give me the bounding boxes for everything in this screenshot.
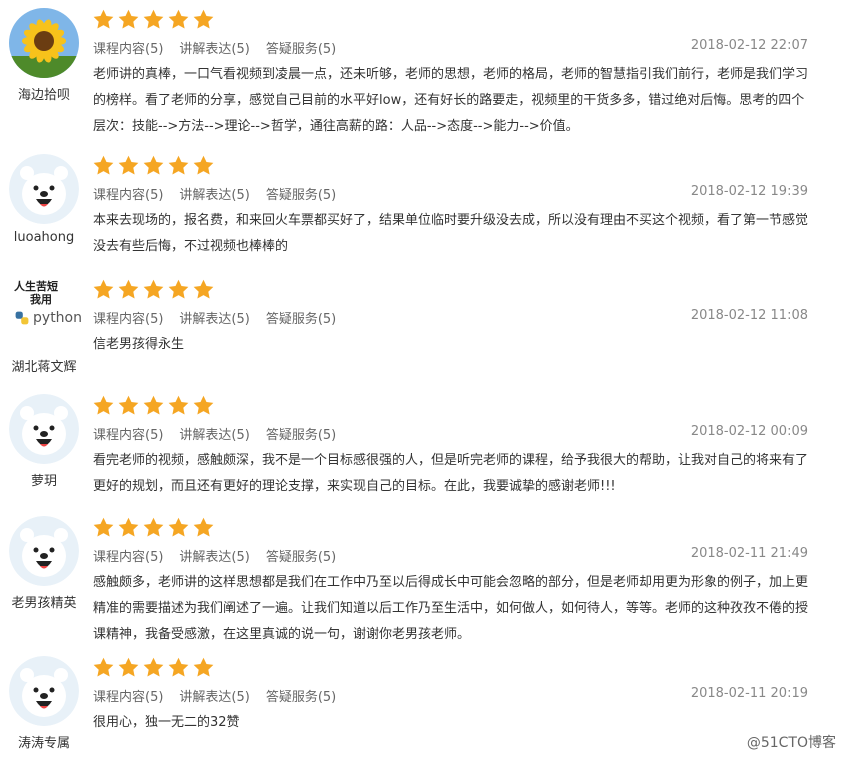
star-icon [143,517,164,537]
star-icon [118,517,139,537]
avatar[interactable]: 人生苦短 我用 python [6,274,82,350]
star-icon [93,155,114,175]
star-icon [143,657,164,677]
reviewer: luoahong [0,146,88,245]
rating-label: 讲解表达(5) [179,550,250,565]
rating-label: 答疑服务(5) [265,188,337,203]
reviewer: 人生苦短 我用 python 湖北蒋文辉 [0,270,88,375]
star-icon [193,279,214,299]
rating-label: 课程内容(5) [93,188,164,203]
star-icon [193,517,214,537]
star-icon [168,517,189,537]
username[interactable]: 涛涛专属 [0,732,88,751]
rating-label: 课程内容(5) [93,312,164,327]
star-icon [143,395,164,415]
review-date: 2018-02-12 22:07 [690,38,808,53]
review-content: 信老男孩得永生 [93,337,185,352]
star-icon [168,657,189,677]
rating-label: 讲解表达(5) [179,428,250,443]
review-content: 很用心，独一无二的32赞 [93,715,240,730]
star-icon [118,657,139,677]
star-icon [193,9,214,29]
star-icon [93,657,114,677]
star-icon [168,155,189,175]
star-icon [93,279,114,299]
python-logo-icon [15,311,29,325]
reviewer: 萝玥 [0,386,88,489]
review-date: 2018-02-11 20:19 [690,686,808,701]
star-icon [168,395,189,415]
rating-label: 答疑服务(5) [265,428,337,443]
reviewer: 老男孩精英 [0,508,88,611]
avatar[interactable] [9,154,79,224]
username[interactable]: 老男孩精英 [0,592,88,611]
reviewer: 海边拾呗 [0,0,88,103]
rating-label: 讲解表达(5) [179,42,250,57]
rating-label: 讲解表达(5) [179,312,250,327]
star-rating [92,394,215,420]
rating-breakdown: 课程内容(5) 讲解表达(5) 答疑服务(5) [93,184,352,203]
rating-label: 课程内容(5) [93,690,164,705]
review-content: 老师讲的真棒，一口气看视频到凌晨一点，还未听够，老师的思想，老师的格局，老师的智… [93,67,809,134]
star-rating [92,516,215,542]
review-content: 本来去现场的，报名费，和来回火车票都买好了，结果单位临时要升级没去成，所以没有理… [93,213,809,254]
review-date: 2018-02-12 00:09 [690,424,808,439]
star-icon [118,9,139,29]
avatar[interactable] [9,394,79,464]
username[interactable]: 萝玥 [0,470,88,489]
rating-label: 讲解表达(5) [179,690,250,705]
username[interactable]: 海边拾呗 [0,84,88,103]
star-icon [93,9,114,29]
python-avatar-line2: 我用 [30,293,52,306]
username[interactable]: 湖北蒋文辉 [0,356,88,375]
review-content: 感触颇多，老师讲的这样思想都是我们在工作中乃至以后得成长中可能会忽略的部分，但是… [93,575,809,642]
star-rating [92,154,215,180]
rating-label: 答疑服务(5) [265,690,337,705]
avatar[interactable] [9,8,79,78]
star-icon [143,155,164,175]
rating-label: 课程内容(5) [93,42,164,57]
avatar[interactable] [9,516,79,586]
star-icon [168,279,189,299]
star-rating [92,278,215,304]
star-rating [92,656,215,682]
star-icon [118,155,139,175]
review-date: 2018-02-12 19:39 [690,184,808,199]
rating-label: 答疑服务(5) [265,312,337,327]
rating-label: 课程内容(5) [93,550,164,565]
python-avatar-line1: 人生苦短 [14,280,58,293]
rating-breakdown: 课程内容(5) 讲解表达(5) 答疑服务(5) [93,308,352,327]
python-avatar-line3: python [33,309,82,326]
avatar[interactable] [9,656,79,726]
rating-label: 答疑服务(5) [265,550,337,565]
reviewer: 涛涛专属 [0,648,88,751]
star-icon [193,395,214,415]
rating-breakdown: 课程内容(5) 讲解表达(5) 答疑服务(5) [93,686,352,705]
star-icon [93,517,114,537]
star-icon [193,155,214,175]
star-rating [92,8,215,34]
rating-label: 讲解表达(5) [179,188,250,203]
review-date: 2018-02-11 21:49 [690,546,808,561]
rating-breakdown: 课程内容(5) 讲解表达(5) 答疑服务(5) [93,424,352,443]
star-icon [118,395,139,415]
username[interactable]: luoahong [0,230,88,245]
star-icon [168,9,189,29]
review-date: 2018-02-12 11:08 [690,308,808,323]
star-icon [118,279,139,299]
star-icon [193,657,214,677]
star-icon [93,395,114,415]
star-icon [143,279,164,299]
rating-breakdown: 课程内容(5) 讲解表达(5) 答疑服务(5) [93,38,352,57]
rating-label: 课程内容(5) [93,428,164,443]
watermark: @51CTO博客 [746,735,836,751]
rating-breakdown: 课程内容(5) 讲解表达(5) 答疑服务(5) [93,546,352,565]
star-icon [143,9,164,29]
review-content: 看完老师的视频，感触颇深，我不是一个目标感很强的人，但是听完老师的课程，给予我很… [93,453,809,494]
rating-label: 答疑服务(5) [265,42,337,57]
